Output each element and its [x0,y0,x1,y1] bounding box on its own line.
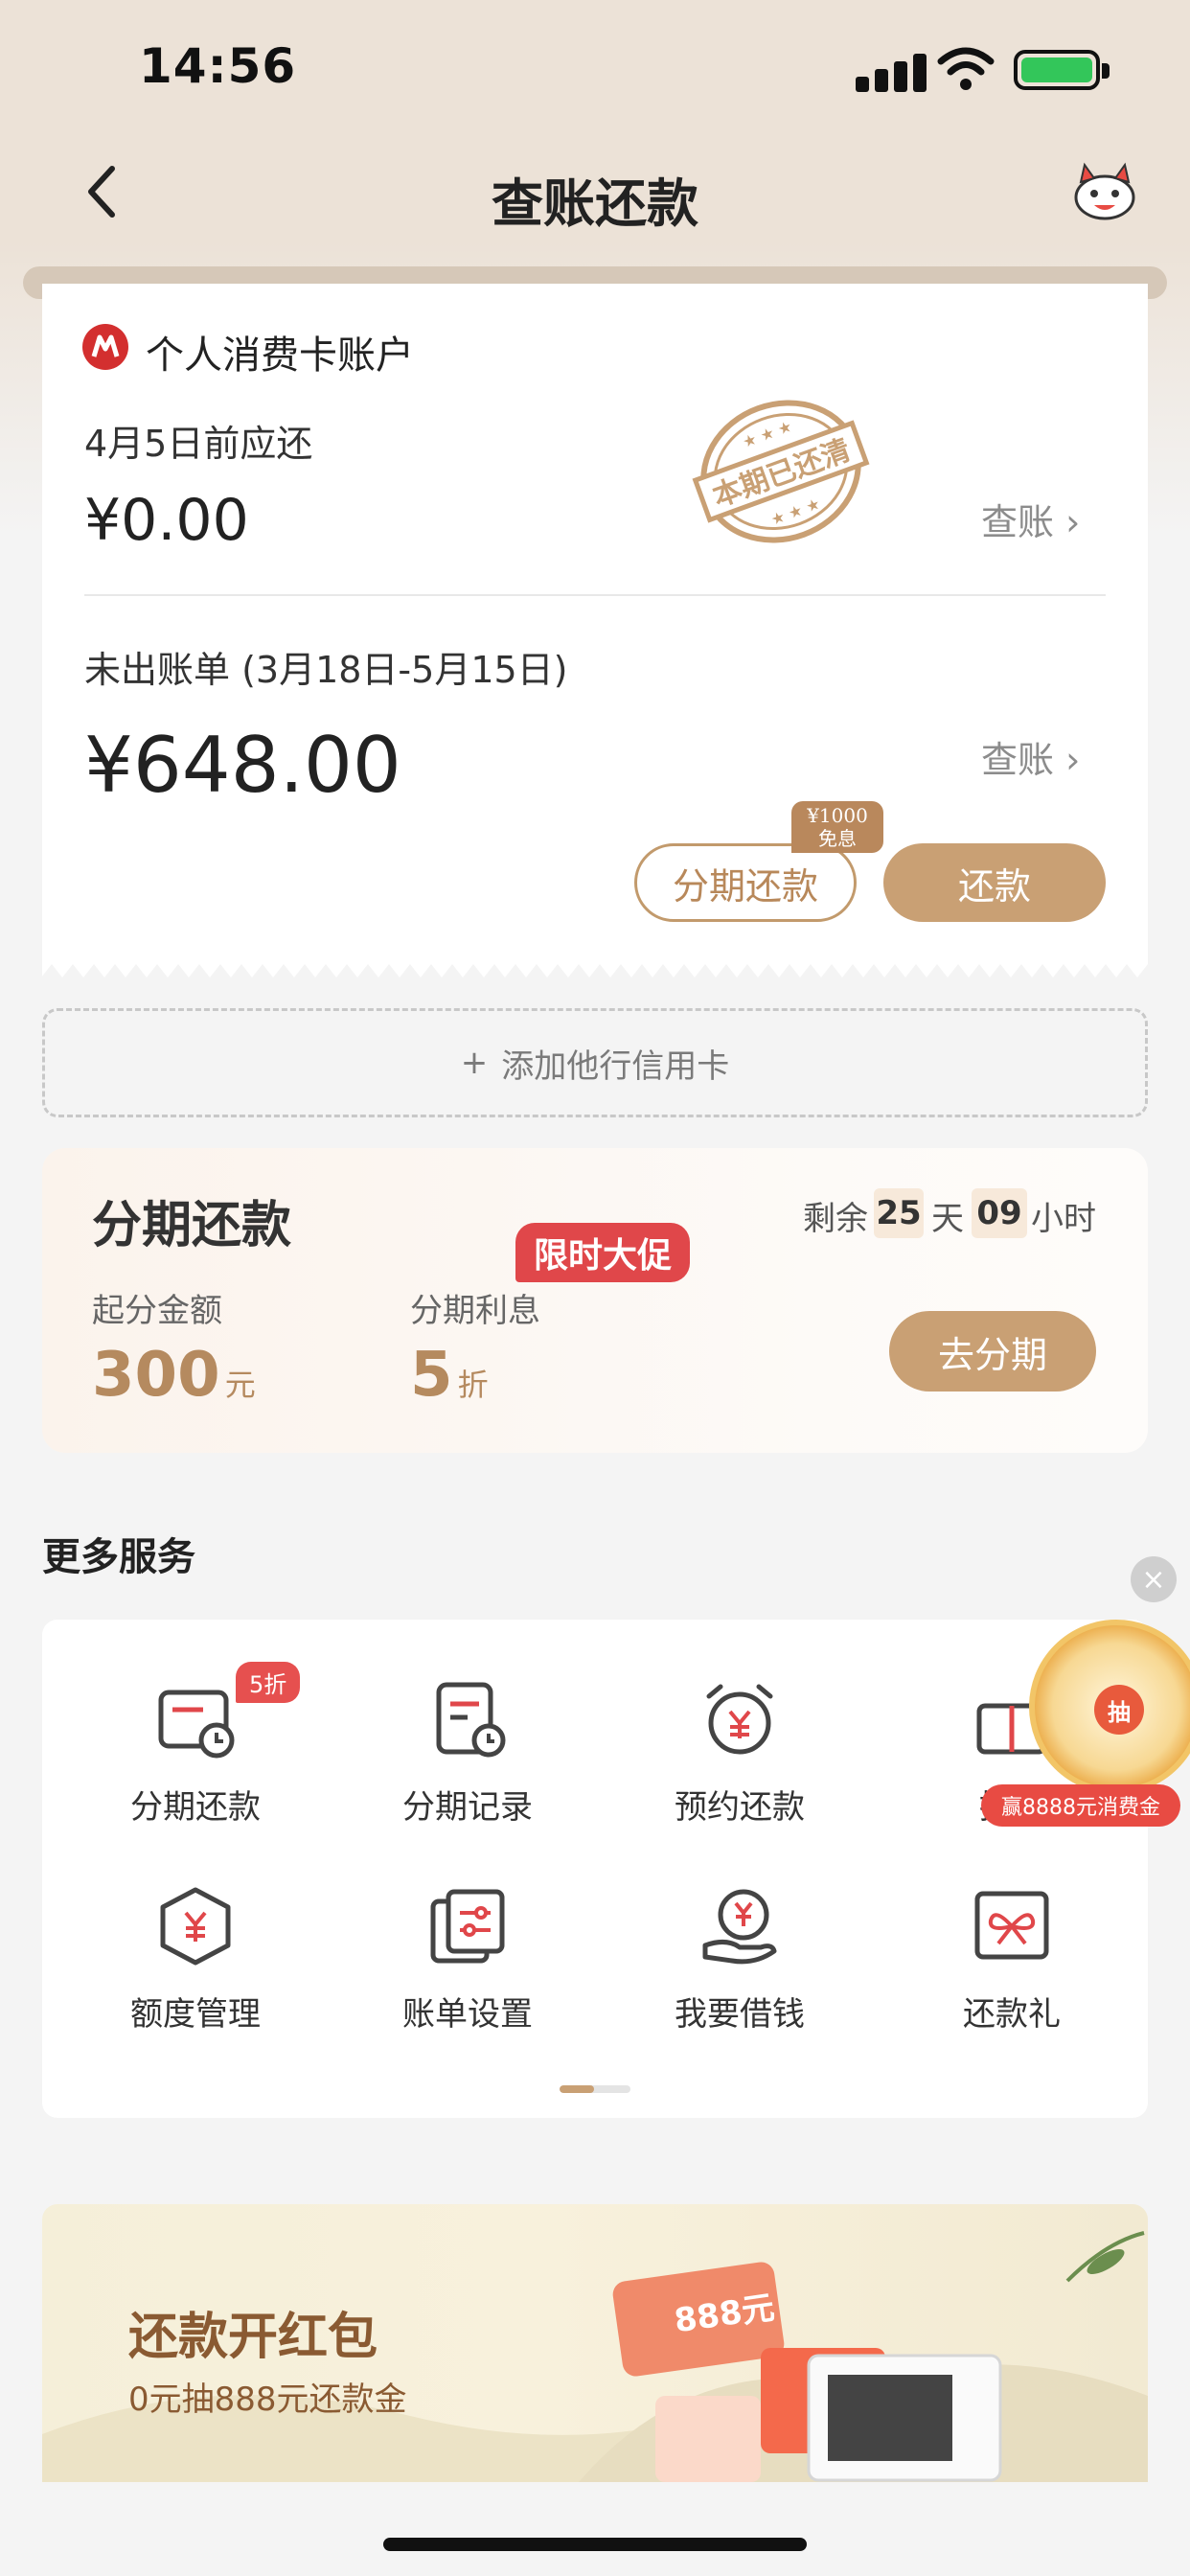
chevron-right-icon: › [1054,501,1081,543]
service-credit-limit[interactable]: 额度管理 [80,1884,310,2035]
wheel-center: 抽 [1094,1685,1144,1735]
min-amount: 300 元 [92,1340,256,1411]
more-services-title: 更多服务 [42,1535,195,1579]
alarm-yen-icon [706,1684,773,1755]
wheel-prize-label[interactable]: 赢8888元消费金 [981,1784,1180,1827]
view-bill-link-unbilled[interactable]: 查账 › [981,730,1080,783]
promo-title: 分期还款 [92,1196,292,1254]
day-unit: 天 [931,1200,964,1238]
min-amount-unit: 元 [224,1367,256,1403]
service-bill-settings[interactable]: 账单设置 [353,1884,583,2035]
service-label: 我要借钱 [675,1995,805,2034]
close-icon[interactable]: × [1131,1556,1177,1602]
badge-amount: ¥1000 [807,804,868,827]
card-zigzag-edge [42,958,1148,978]
mascot-icon[interactable] [1071,161,1138,222]
plus-icon: + [460,1044,489,1082]
service-label: 额度管理 [130,1995,261,2034]
rate-value: 5 [410,1340,453,1411]
view-bill-link-current[interactable]: 查账 › [981,493,1080,545]
view-bill-label: 查账 [981,501,1055,543]
wifi-icon [937,47,995,90]
gift-box-icon [974,1891,1049,1960]
bank-logo-icon [82,324,128,370]
interest-free-badge: ¥1000 免息 [791,801,883,853]
hand-yen-icon [702,1889,777,1965]
badge-free: 免息 [818,827,857,850]
record-clock-icon [436,1682,506,1758]
bill-settings-icon [430,1889,505,1964]
service-borrow[interactable]: 我要借钱 [625,1884,855,2035]
discount-badge: 5折 [236,1662,301,1703]
repay-button[interactable]: 还款 [883,843,1106,922]
add-other-bank-card-button[interactable]: + 添加他行信用卡 [42,1008,1148,1117]
banner-title: 还款开红包 [128,2308,378,2366]
chevron-right-icon: › [1054,739,1081,781]
service-label: 分期记录 [402,1788,533,1827]
hexagon-yen-icon [160,1887,231,1966]
services-page-indicator [560,2085,630,2093]
signal-icon [856,50,944,92]
limited-time-badge: 限时大促 [515,1223,690,1282]
rate-unit: 折 [457,1367,489,1403]
go-installment-button[interactable]: 去分期 [889,1311,1096,1392]
service-repay-gift[interactable]: 还款礼 [897,1884,1127,2035]
service-label: 账单设置 [402,1995,533,2034]
account-title: 个人消费卡账户 [146,334,414,378]
due-label: 4月5日前应还 [84,423,313,465]
rate-label: 分期利息 [410,1292,540,1330]
svg-text:★ ★ ★: ★ ★ ★ [768,494,822,529]
due-amount: ¥0.00 [84,487,249,554]
paid-stamp: 本期已还清 ★ ★ ★ ★ ★ ★ [692,400,870,543]
min-amount-value: 300 [92,1340,220,1411]
page-title: 查账还款 [492,173,698,234]
hour-unit: 小时 [1031,1200,1096,1238]
service-installment-records[interactable]: 分期记录 [353,1677,583,1828]
unbilled-amount: ¥648.00 [84,721,401,810]
add-card-label: 添加他行信用卡 [501,1046,730,1086]
service-label: 预约还款 [675,1788,805,1827]
service-label: 分期还款 [130,1788,261,1827]
service-label: 还款礼 [963,1995,1061,2034]
service-installment[interactable]: 5折 分期还款 [80,1662,310,1828]
countdown-hours: 09 [972,1188,1027,1238]
installment-clock-icon [158,1690,235,1759]
home-indicator [383,2538,807,2551]
unbilled-label: 未出账单 (3月18日-5月15日) [84,649,568,691]
view-bill-label: 查账 [981,739,1055,781]
rate: 5 折 [410,1340,489,1411]
installment-repay-button[interactable]: 分期还款 [634,843,857,922]
service-scheduled-repay[interactable]: 预约还款 [625,1677,855,1828]
min-amount-label: 起分金额 [92,1292,222,1330]
countdown-days: 25 [874,1188,924,1238]
remain-prefix: 剩余 [803,1200,868,1238]
status-time: 14:56 [139,38,297,94]
card-divider [84,594,1106,596]
battery-icon [1014,50,1110,90]
banner-subtitle: 0元抽888元还款金 [128,2380,407,2419]
